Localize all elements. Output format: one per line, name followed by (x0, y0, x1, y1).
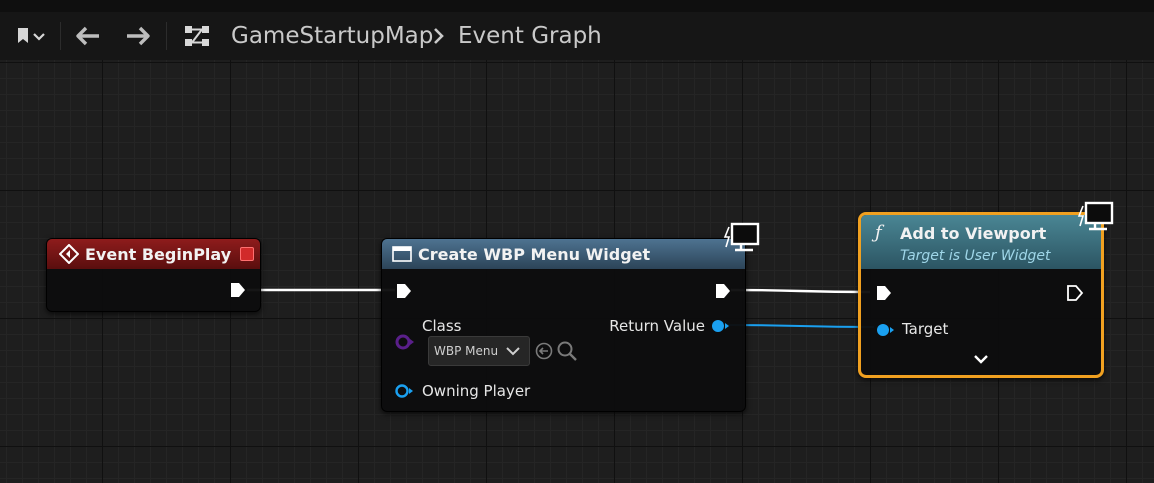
target-pin[interactable] (875, 322, 895, 338)
bookmark-icon (18, 28, 45, 43)
exec-in-pin[interactable] (874, 283, 894, 303)
node-create-widget[interactable]: Create WBP Menu Widget Class Return Valu… (381, 222, 760, 412)
return-value-label: Return Value (609, 317, 705, 335)
delegate-pin[interactable] (240, 247, 254, 261)
node-title: Event BeginPlay (85, 244, 232, 264)
bookmark-button[interactable] (6, 12, 54, 60)
expand-chevron-down-icon[interactable] (973, 353, 989, 365)
node-header: Event BeginPlay (47, 239, 260, 269)
exec-out-pin[interactable] (228, 280, 248, 300)
target-pin-label: Target (902, 320, 949, 338)
graph-type-button[interactable] (180, 12, 214, 60)
exec-in-pin[interactable] (394, 281, 414, 301)
monitor-icon (723, 222, 760, 252)
owning-player-pin[interactable] (394, 383, 414, 399)
node-subtitle: Target is User Widget (900, 248, 1051, 264)
event-diamond-icon (59, 244, 79, 264)
node-header: Create WBP Menu Widget (382, 239, 745, 269)
node-title: Create WBP Menu Widget (418, 244, 651, 264)
breadcrumb-graph[interactable]: Event Graph (458, 12, 602, 60)
class-dropdown-value: WBP Menu (434, 344, 499, 358)
arrow-right-icon (127, 26, 150, 46)
monitor-icon (1077, 201, 1114, 231)
node-header: ƒ Add to Viewport Target is User Widget (861, 215, 1101, 269)
node-title: Add to Viewport (900, 224, 1047, 243)
class-pin[interactable] (394, 333, 416, 351)
exec-out-pin[interactable] (1065, 283, 1085, 303)
window-top-strip (0, 0, 1154, 12)
blueprint-graph-icon (185, 26, 209, 46)
graph-toolbar: GameStartupMap Event Graph (0, 12, 1154, 61)
forward-button[interactable] (120, 12, 156, 60)
chevron-down-icon (506, 347, 520, 356)
widget-window-icon (392, 246, 412, 262)
browse-asset-search-icon[interactable] (556, 340, 578, 362)
node-event-beginplay[interactable]: Event BeginPlay (46, 238, 261, 312)
node-add-to-viewport[interactable]: ƒ Add to Viewport Target is User Widget … (858, 201, 1114, 378)
chevron-right-icon (434, 28, 444, 44)
return-value-pin[interactable] (710, 318, 730, 334)
toolbar-divider (60, 22, 61, 50)
use-selected-asset-icon[interactable] (534, 341, 554, 361)
breadcrumb-separator (428, 12, 450, 60)
breadcrumb-map[interactable]: GameStartupMap (231, 12, 433, 60)
function-f-icon: ƒ (875, 222, 882, 243)
toolbar-divider (166, 22, 167, 50)
class-dropdown[interactable]: WBP Menu (428, 336, 530, 366)
arrow-left-icon (76, 26, 99, 46)
back-button[interactable] (70, 12, 106, 60)
class-pin-label: Class (422, 317, 462, 335)
exec-out-pin[interactable] (713, 281, 733, 301)
owning-player-label: Owning Player (422, 382, 531, 400)
